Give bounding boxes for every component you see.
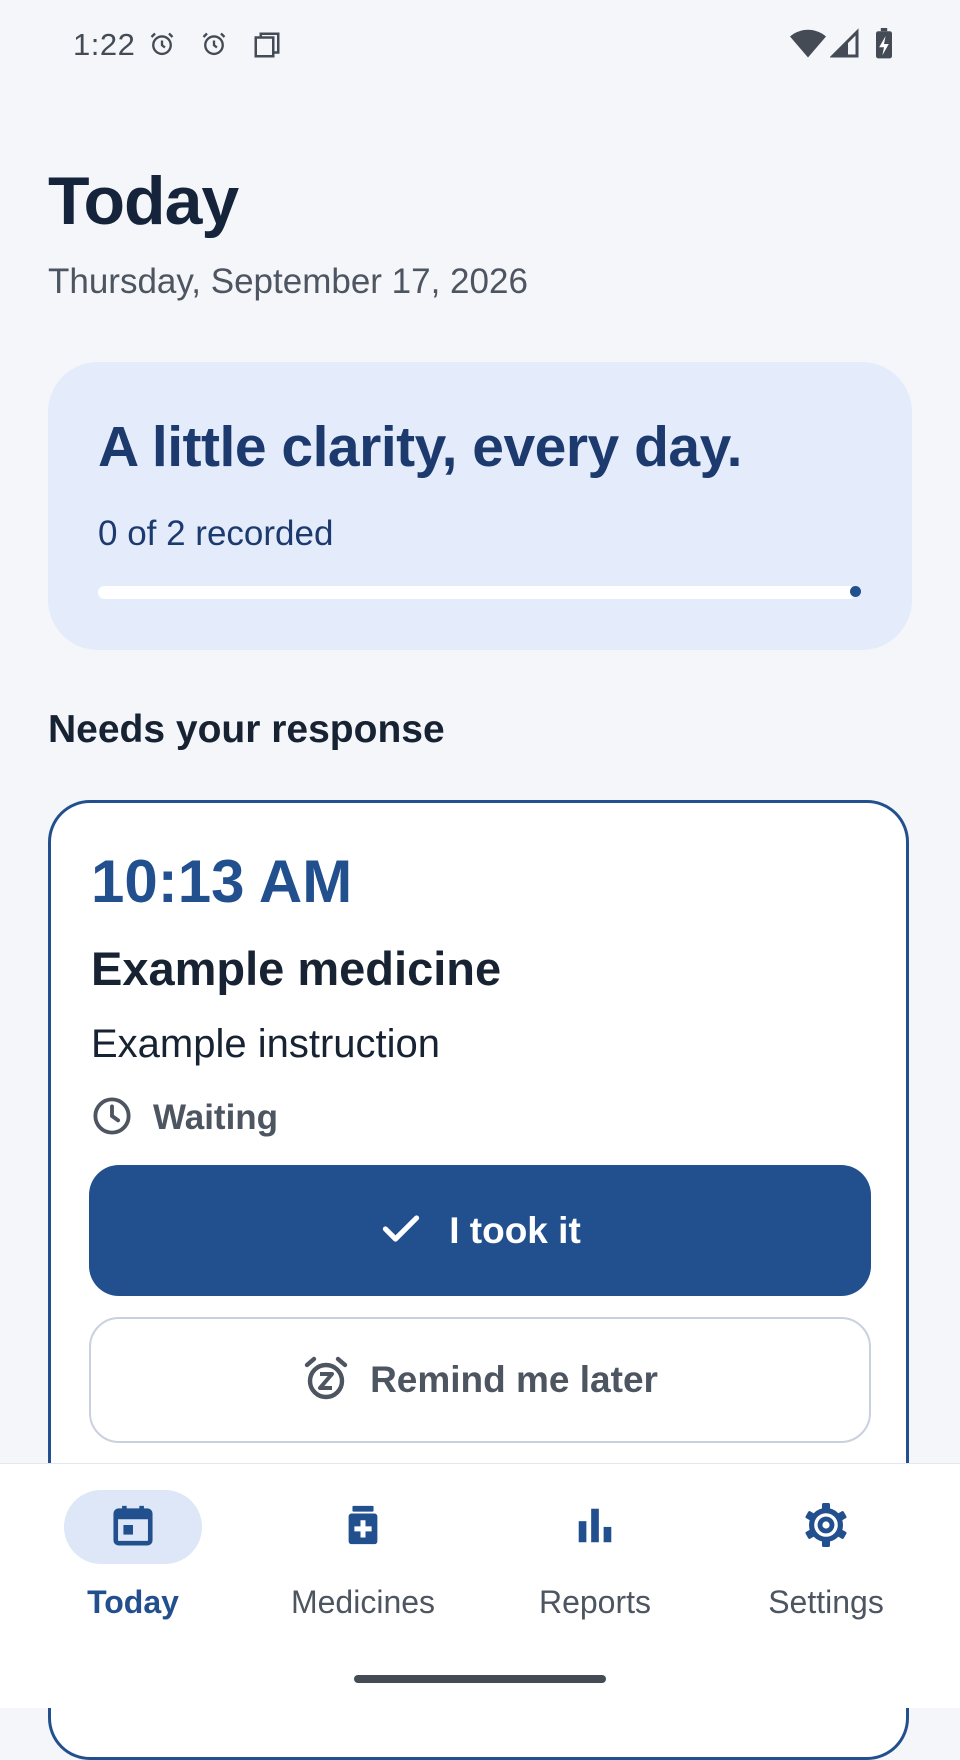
nav-label-today: Today bbox=[87, 1584, 179, 1620]
nav-label-medicines: Medicines bbox=[290, 1584, 436, 1620]
progress-text: 0 of 2 recorded bbox=[98, 514, 334, 553]
status-bar: 1:22 bbox=[0, 0, 960, 92]
medicine-bottle-icon bbox=[340, 1502, 386, 1553]
medicine-name: Example medicine bbox=[91, 942, 502, 995]
progress-end-dot bbox=[850, 586, 861, 597]
snooze-alarm-icon bbox=[302, 1354, 350, 1407]
summary-card: A little clarity, every day. 0 of 2 reco… bbox=[48, 362, 912, 650]
battery-charging-icon bbox=[874, 28, 894, 65]
nav-label-settings: Settings bbox=[768, 1584, 884, 1620]
summary-headline: A little clarity, every day. bbox=[98, 415, 742, 479]
remind-me-later-button[interactable]: Remind me later bbox=[89, 1317, 871, 1443]
section-title: Needs your response bbox=[48, 708, 445, 751]
check-icon bbox=[379, 1206, 423, 1255]
clock-icon bbox=[91, 1095, 133, 1142]
bottom-nav: Today Medicines Reports Settings bbox=[0, 1463, 960, 1708]
page-date: Thursday, September 17, 2026 bbox=[48, 262, 528, 301]
remind-me-later-label: Remind me later bbox=[370, 1359, 658, 1400]
cell-signal-icon bbox=[829, 28, 860, 65]
nav-item-reports[interactable]: Reports bbox=[480, 1490, 710, 1630]
nav-item-today[interactable]: Today bbox=[18, 1490, 248, 1630]
took-it-label: I took it bbox=[449, 1209, 581, 1251]
calendar-icon bbox=[110, 1502, 156, 1553]
dose-status-label: Waiting bbox=[153, 1098, 279, 1137]
page-title: Today bbox=[48, 163, 239, 239]
progress-bar bbox=[98, 586, 856, 599]
alarm-icon bbox=[148, 30, 176, 63]
alarm-icon bbox=[200, 30, 228, 63]
nav-item-settings[interactable]: Settings bbox=[711, 1490, 941, 1630]
wifi-icon bbox=[790, 28, 826, 65]
bar-chart-icon bbox=[572, 1502, 618, 1553]
dose-time: 10:13 AM bbox=[91, 848, 353, 915]
took-it-button[interactable]: I took it bbox=[89, 1165, 871, 1296]
nav-label-reports: Reports bbox=[538, 1584, 652, 1620]
screenshot-icon bbox=[252, 30, 282, 65]
status-time: 1:22 bbox=[73, 27, 136, 62]
gear-icon bbox=[802, 1501, 850, 1554]
home-indicator[interactable] bbox=[354, 1675, 606, 1683]
nav-item-medicines[interactable]: Medicines bbox=[248, 1490, 478, 1630]
dose-status: Waiting bbox=[91, 1096, 278, 1140]
medicine-instruction: Example instruction bbox=[91, 1022, 441, 1066]
